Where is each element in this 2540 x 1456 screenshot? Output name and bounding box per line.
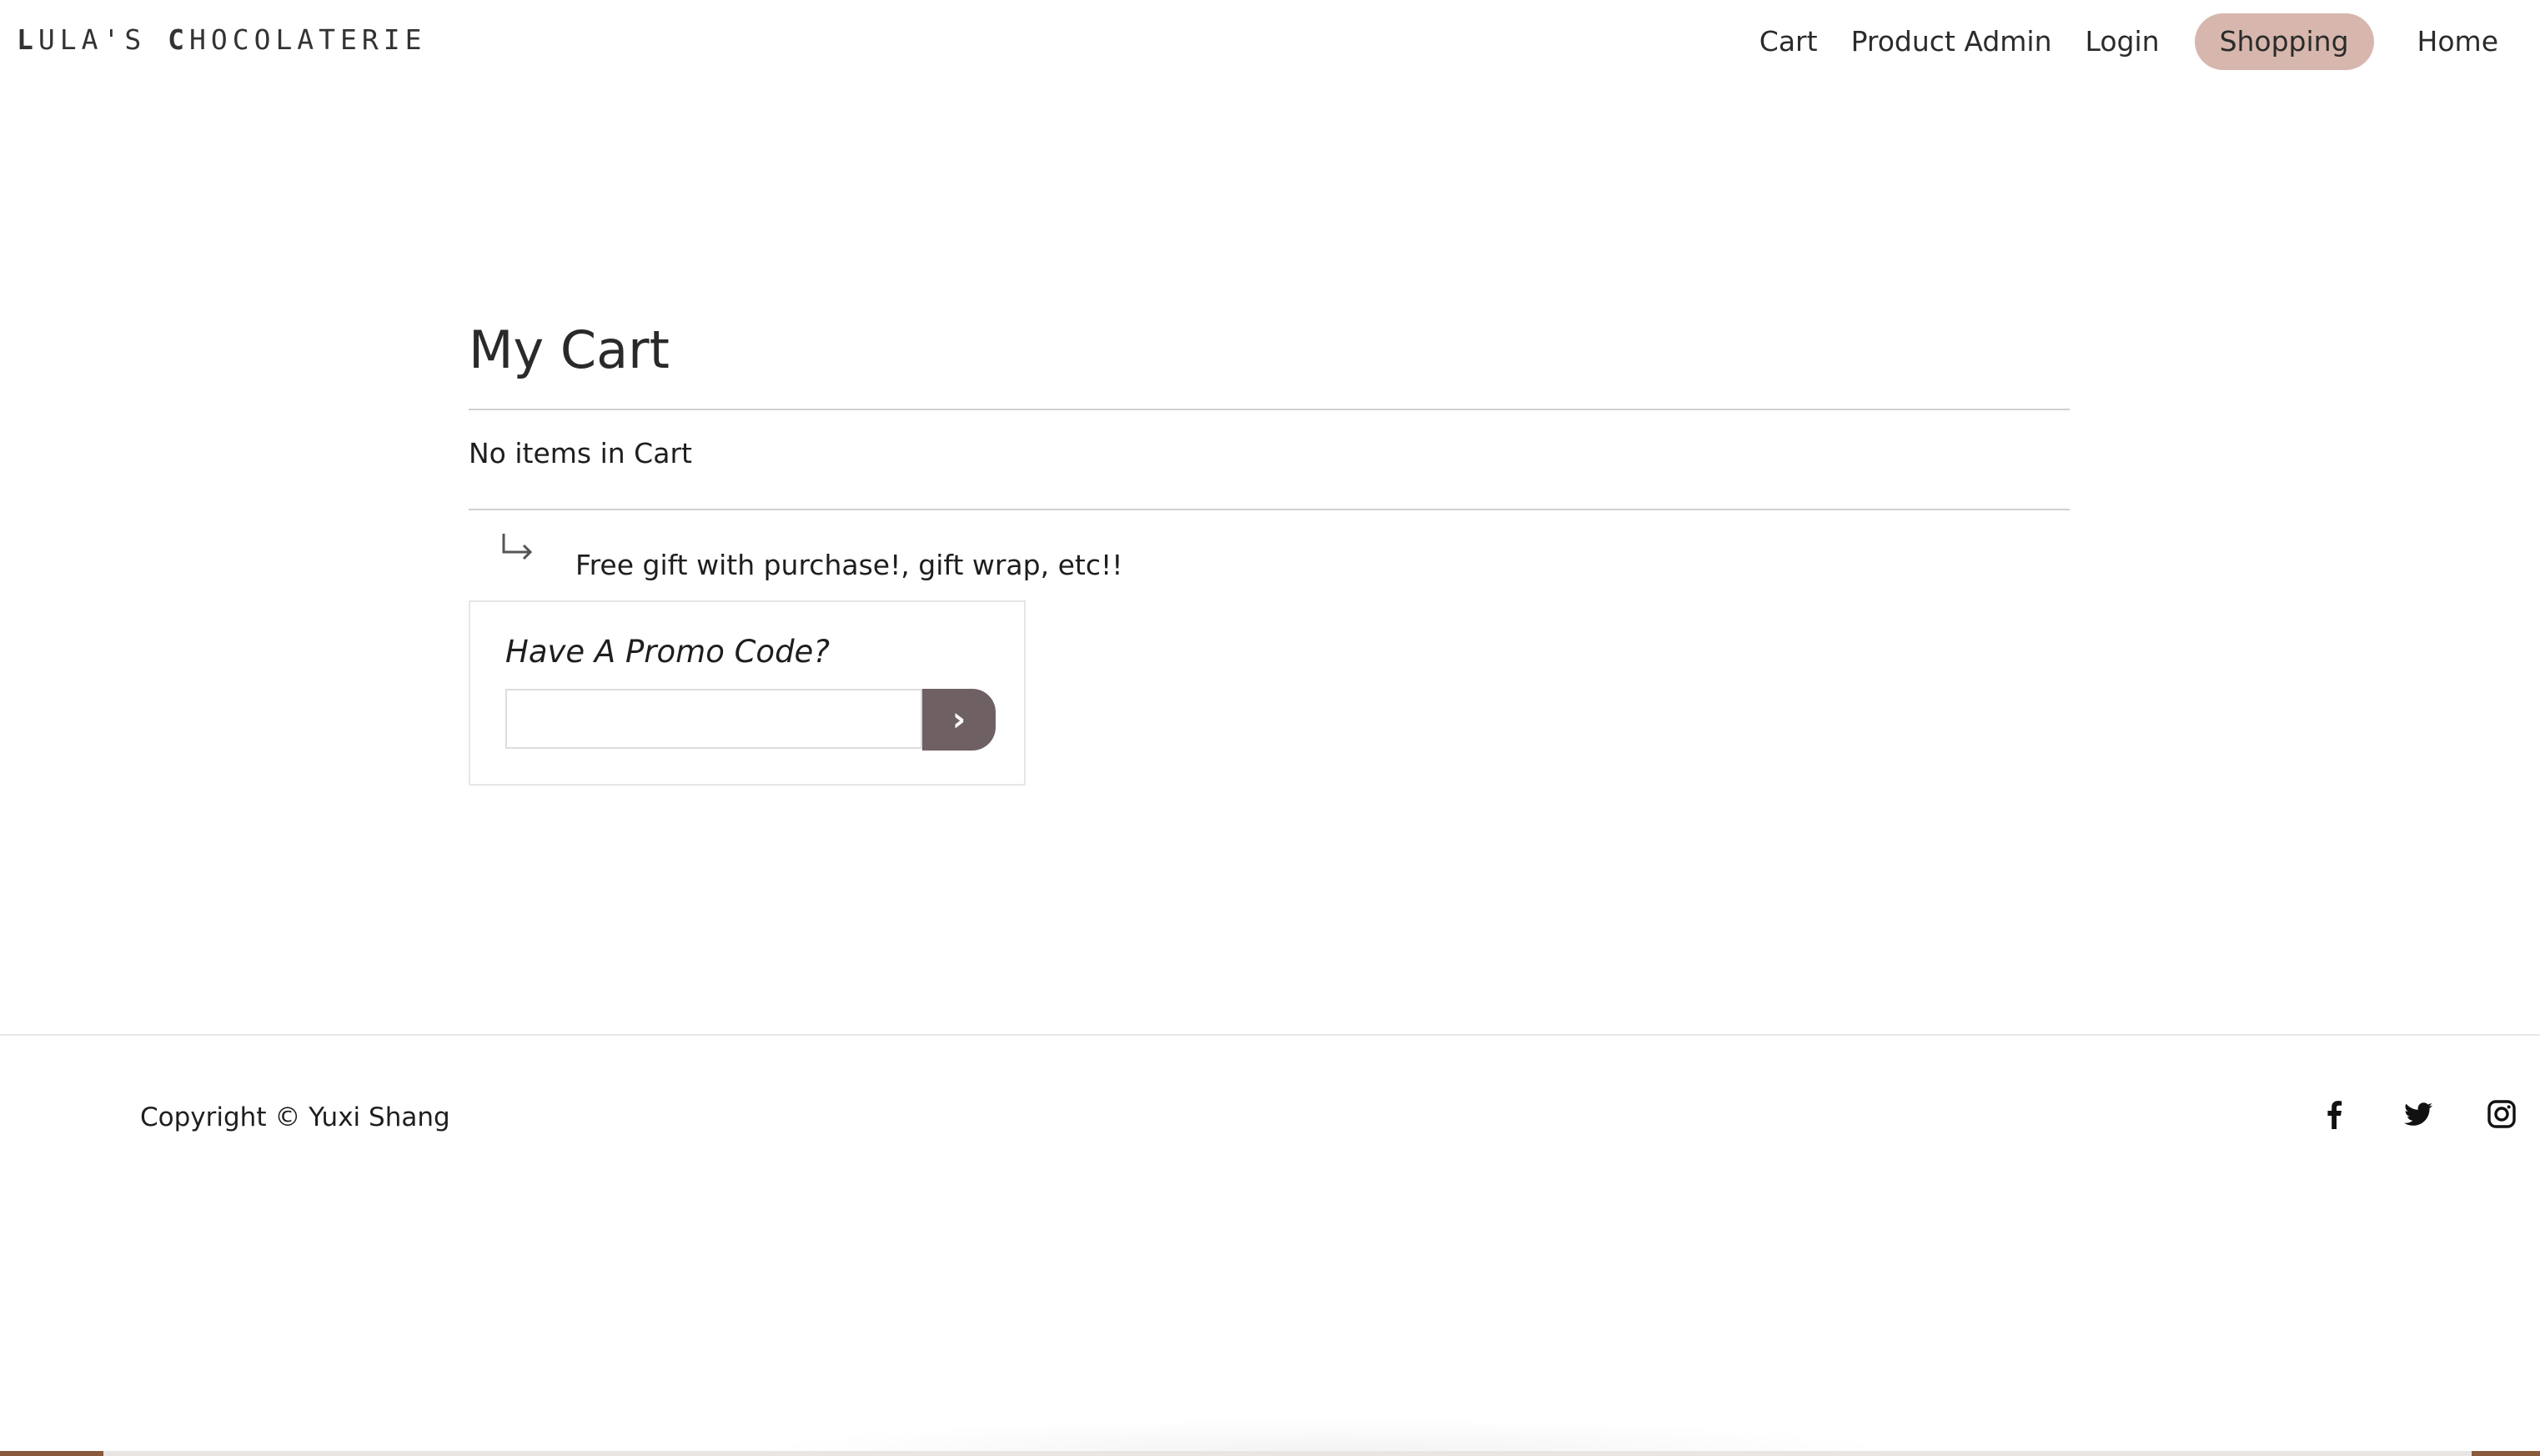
instagram-icon[interactable]: [2485, 1097, 2518, 1131]
page-title: My Cart: [469, 319, 670, 380]
nav-cart[interactable]: Cart: [1743, 13, 1835, 70]
window-bottom-edge: [0, 1451, 2540, 1456]
promo-note: Free gift with purchase!, gift wrap, etc…: [469, 510, 2070, 587]
promo-note-text: Free gift with purchase!, gift wrap, etc…: [575, 549, 1123, 581]
window-bottom-edge-right: [2472, 1451, 2540, 1456]
copyright-text: Copyright © Yuxi Shang: [140, 1102, 450, 1132]
twitter-icon[interactable]: [2402, 1097, 2435, 1131]
navbar: LULA'S CHOCOLATERIE Cart Product Admin L…: [0, 0, 2540, 83]
empty-cart-message: No items in Cart: [469, 437, 692, 469]
nav-home[interactable]: Home: [2401, 13, 2515, 70]
return-arrow-icon: [499, 530, 537, 564]
nav-product-admin[interactable]: Product Admin: [1835, 13, 2069, 70]
promo-code-box: Have A Promo Code? ›: [469, 600, 1026, 786]
main-nav: Cart Product Admin Login Shopping Home: [1743, 13, 2515, 70]
nav-shopping[interactable]: Shopping: [2194, 13, 2374, 70]
nav-login[interactable]: Login: [2069, 13, 2176, 70]
footer: Copyright © Yuxi Shang: [0, 1034, 2540, 1456]
promo-code-input[interactable]: [505, 689, 922, 749]
brand-initial-l: L: [17, 23, 38, 56]
window-bottom-edge-left: [0, 1451, 103, 1456]
brand-word-lulas: ULA'S: [38, 23, 168, 56]
brand-logo[interactable]: LULA'S CHOCOLATERIE: [17, 23, 427, 56]
promo-heading: Have A Promo Code?: [505, 634, 830, 670]
cart-section: My Cart No items in Cart Free gift with …: [469, 309, 2070, 786]
facebook-icon[interactable]: [2318, 1097, 2352, 1131]
brand-initial-c: C: [168, 23, 189, 56]
promo-submit-button[interactable]: ›: [922, 689, 996, 751]
brand-word-chocolaterie: HOCOLATERIE: [188, 23, 427, 56]
